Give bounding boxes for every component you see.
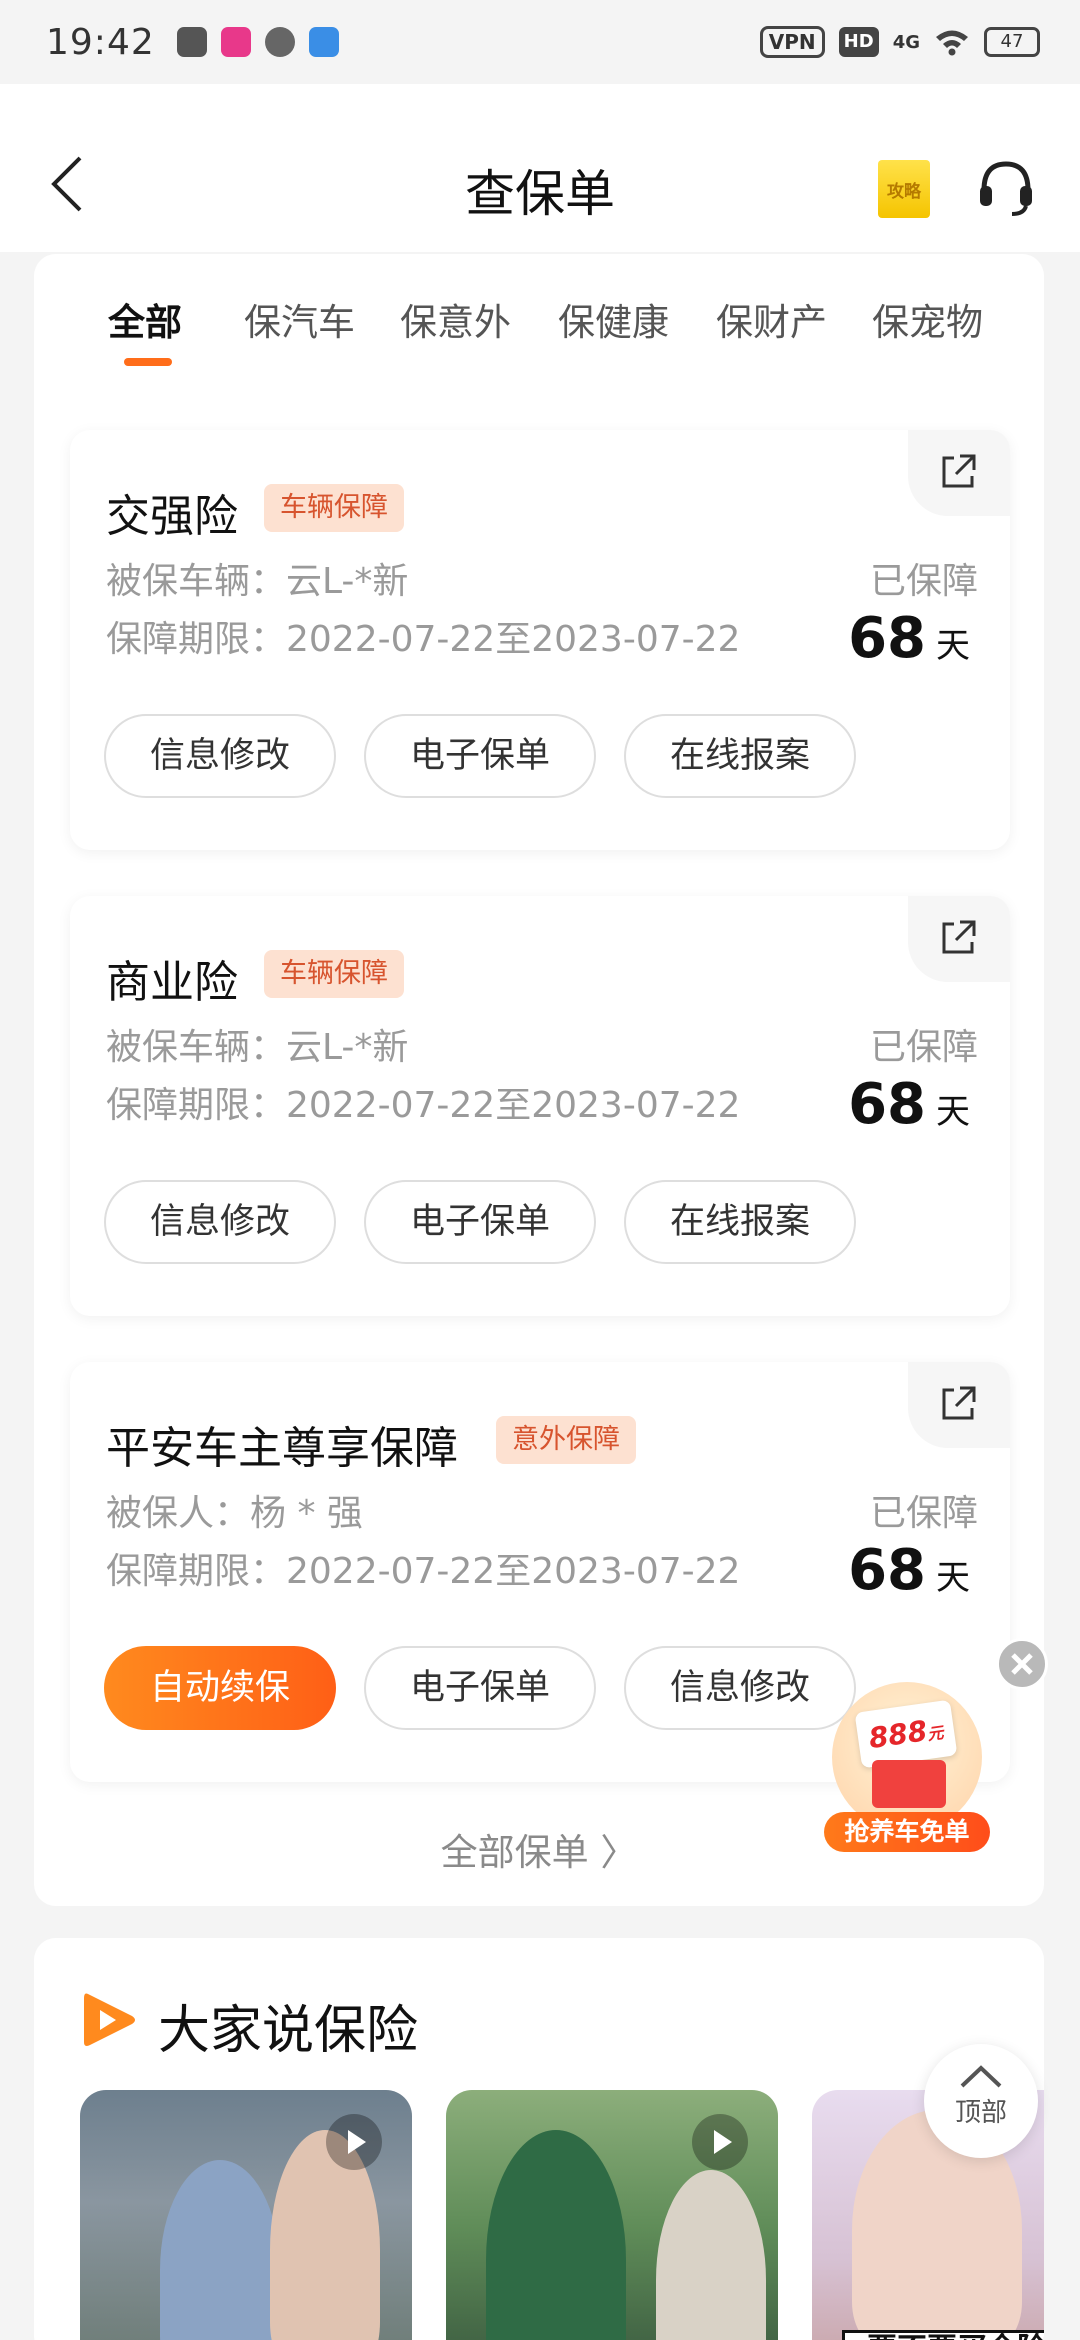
battery-icon: 47 <box>984 27 1040 57</box>
policy-name: 平安车主尊享保障 <box>106 1423 458 1474</box>
policy-card[interactable]: 交强险 车辆保障 被保车辆：云L-*新 保障期限：2022-07-22至2023… <box>70 430 1010 850</box>
days-covered: 68 天 <box>848 1538 970 1603</box>
e-policy-button[interactable]: 电子保单 <box>364 1646 596 1730</box>
chevron-up-icon <box>960 2065 1002 2088</box>
tab-pet[interactable]: 保宠物 <box>872 292 983 346</box>
play-icon <box>692 2114 748 2170</box>
policy-status: 已保障 <box>869 561 978 602</box>
policy-status: 已保障 <box>869 1027 978 1068</box>
open-policy-button[interactable] <box>908 1362 1010 1448</box>
policy-tag: 车辆保障 <box>264 950 404 998</box>
policy-tag: 车辆保障 <box>264 484 404 532</box>
play-icon <box>326 2114 382 2170</box>
insured-item: 被保车辆：云L-*新 <box>106 561 409 602</box>
days-unit: 天 <box>936 1558 970 1598</box>
auto-renew-button[interactable]: 自动续保 <box>104 1646 336 1730</box>
external-link-icon <box>942 454 976 488</box>
tab-car[interactable]: 保汽车 <box>244 292 355 346</box>
wifi-icon <box>936 30 968 56</box>
promo-amount: 888 <box>866 1714 930 1756</box>
category-tabs: 全部 保汽车 保意外 保健康 保财产 保宠物 <box>34 292 1044 382</box>
status-time: 19:42 <box>46 21 155 63</box>
policy-card[interactable]: 商业险 车辆保障 被保车辆：云L-*新 保障期限：2022-07-22至2023… <box>70 896 1010 1316</box>
e-policy-button[interactable]: 电子保单 <box>364 714 596 798</box>
insured-person: 被保人：杨 * 强 <box>106 1493 363 1534</box>
online-claim-button[interactable]: 在线报案 <box>624 714 856 798</box>
section-title: 大家说保险 <box>158 2001 419 2061</box>
map-app-icon <box>308 27 339 57</box>
video-thumbnail[interactable] <box>80 2090 412 2340</box>
external-link-icon <box>942 920 976 954</box>
days-count: 68 <box>848 1072 926 1137</box>
wechat-icon <box>264 27 295 57</box>
e-policy-button[interactable]: 电子保单 <box>364 1180 596 1264</box>
policy-name: 商业险 <box>106 957 238 1008</box>
close-promo-button[interactable] <box>996 1638 1048 1690</box>
back-to-top-label: 顶部 <box>954 2098 1007 2128</box>
tab-health[interactable]: 保健康 <box>558 292 669 346</box>
edit-info-button[interactable]: 信息修改 <box>104 714 336 798</box>
vpn-indicator: VPN <box>759 26 825 58</box>
promo-label: 抢养车免单 <box>824 1812 990 1852</box>
tab-all[interactable]: 全部 <box>108 292 182 346</box>
notification-icons <box>176 27 339 57</box>
video-caption: 要不要买全险 <box>842 2330 1044 2340</box>
days-unit: 天 <box>936 626 970 666</box>
back-to-top-button[interactable]: 顶部 <box>924 2044 1038 2158</box>
open-policy-button[interactable] <box>908 896 1010 982</box>
video-person <box>656 2170 766 2340</box>
days-unit: 天 <box>936 1092 970 1132</box>
customer-service-icon[interactable] <box>976 156 1036 218</box>
guide-book-icon[interactable]: 攻略 <box>878 160 930 218</box>
red-envelope-icon <box>872 1760 946 1808</box>
video-person <box>486 2130 626 2340</box>
video-person <box>160 2160 280 2340</box>
promo-currency: 元 <box>926 1722 945 1744</box>
promo-floating-ad[interactable]: 888元 抢养车免单 <box>820 1676 992 1856</box>
external-link-icon <box>942 1386 976 1420</box>
policy-status: 已保障 <box>869 1493 978 1534</box>
edit-info-button[interactable]: 信息修改 <box>104 1180 336 1264</box>
online-claim-button[interactable]: 在线报案 <box>624 1180 856 1264</box>
days-count: 68 <box>848 1538 926 1603</box>
open-policy-button[interactable] <box>908 430 1010 516</box>
video-app-icon <box>176 27 207 57</box>
policy-tag: 意外保障 <box>496 1416 636 1464</box>
coverage-period: 保障期限：2022-07-22至2023-07-22 <box>106 1551 741 1592</box>
guide-label: 攻略 <box>887 181 921 202</box>
hd-indicator: HD <box>838 27 879 57</box>
signal-icon: 4G <box>892 31 920 53</box>
coverage-period: 保障期限：2022-07-22至2023-07-22 <box>106 1085 741 1126</box>
policy-list-card: 全部 保汽车 保意外 保健康 保财产 保宠物 交强险 车辆保障 被保车辆：云L-… <box>34 254 1044 1906</box>
active-tab-indicator <box>124 358 172 366</box>
shopping-app-icon <box>220 27 251 57</box>
status-bar: 19:42 VPN HD 4G 47 <box>0 0 1080 84</box>
policy-name: 交强险 <box>106 491 238 542</box>
insurance-talk-section: 大家说保险 要不要买全险 <box>34 1938 1044 2340</box>
close-icon <box>1011 1653 1033 1675</box>
tab-property[interactable]: 保财产 <box>716 292 827 346</box>
days-covered: 68 天 <box>848 1072 970 1137</box>
days-covered: 68 天 <box>848 606 970 671</box>
video-thumbnail[interactable] <box>446 2090 778 2340</box>
tab-accident[interactable]: 保意外 <box>400 292 511 346</box>
insured-item: 被保车辆：云L-*新 <box>106 1027 409 1068</box>
coverage-period: 保障期限：2022-07-22至2023-07-22 <box>106 619 741 660</box>
nav-bar: 查保单 攻略 <box>0 84 1080 252</box>
play-logo-icon <box>84 1993 135 2046</box>
days-count: 68 <box>848 606 926 671</box>
